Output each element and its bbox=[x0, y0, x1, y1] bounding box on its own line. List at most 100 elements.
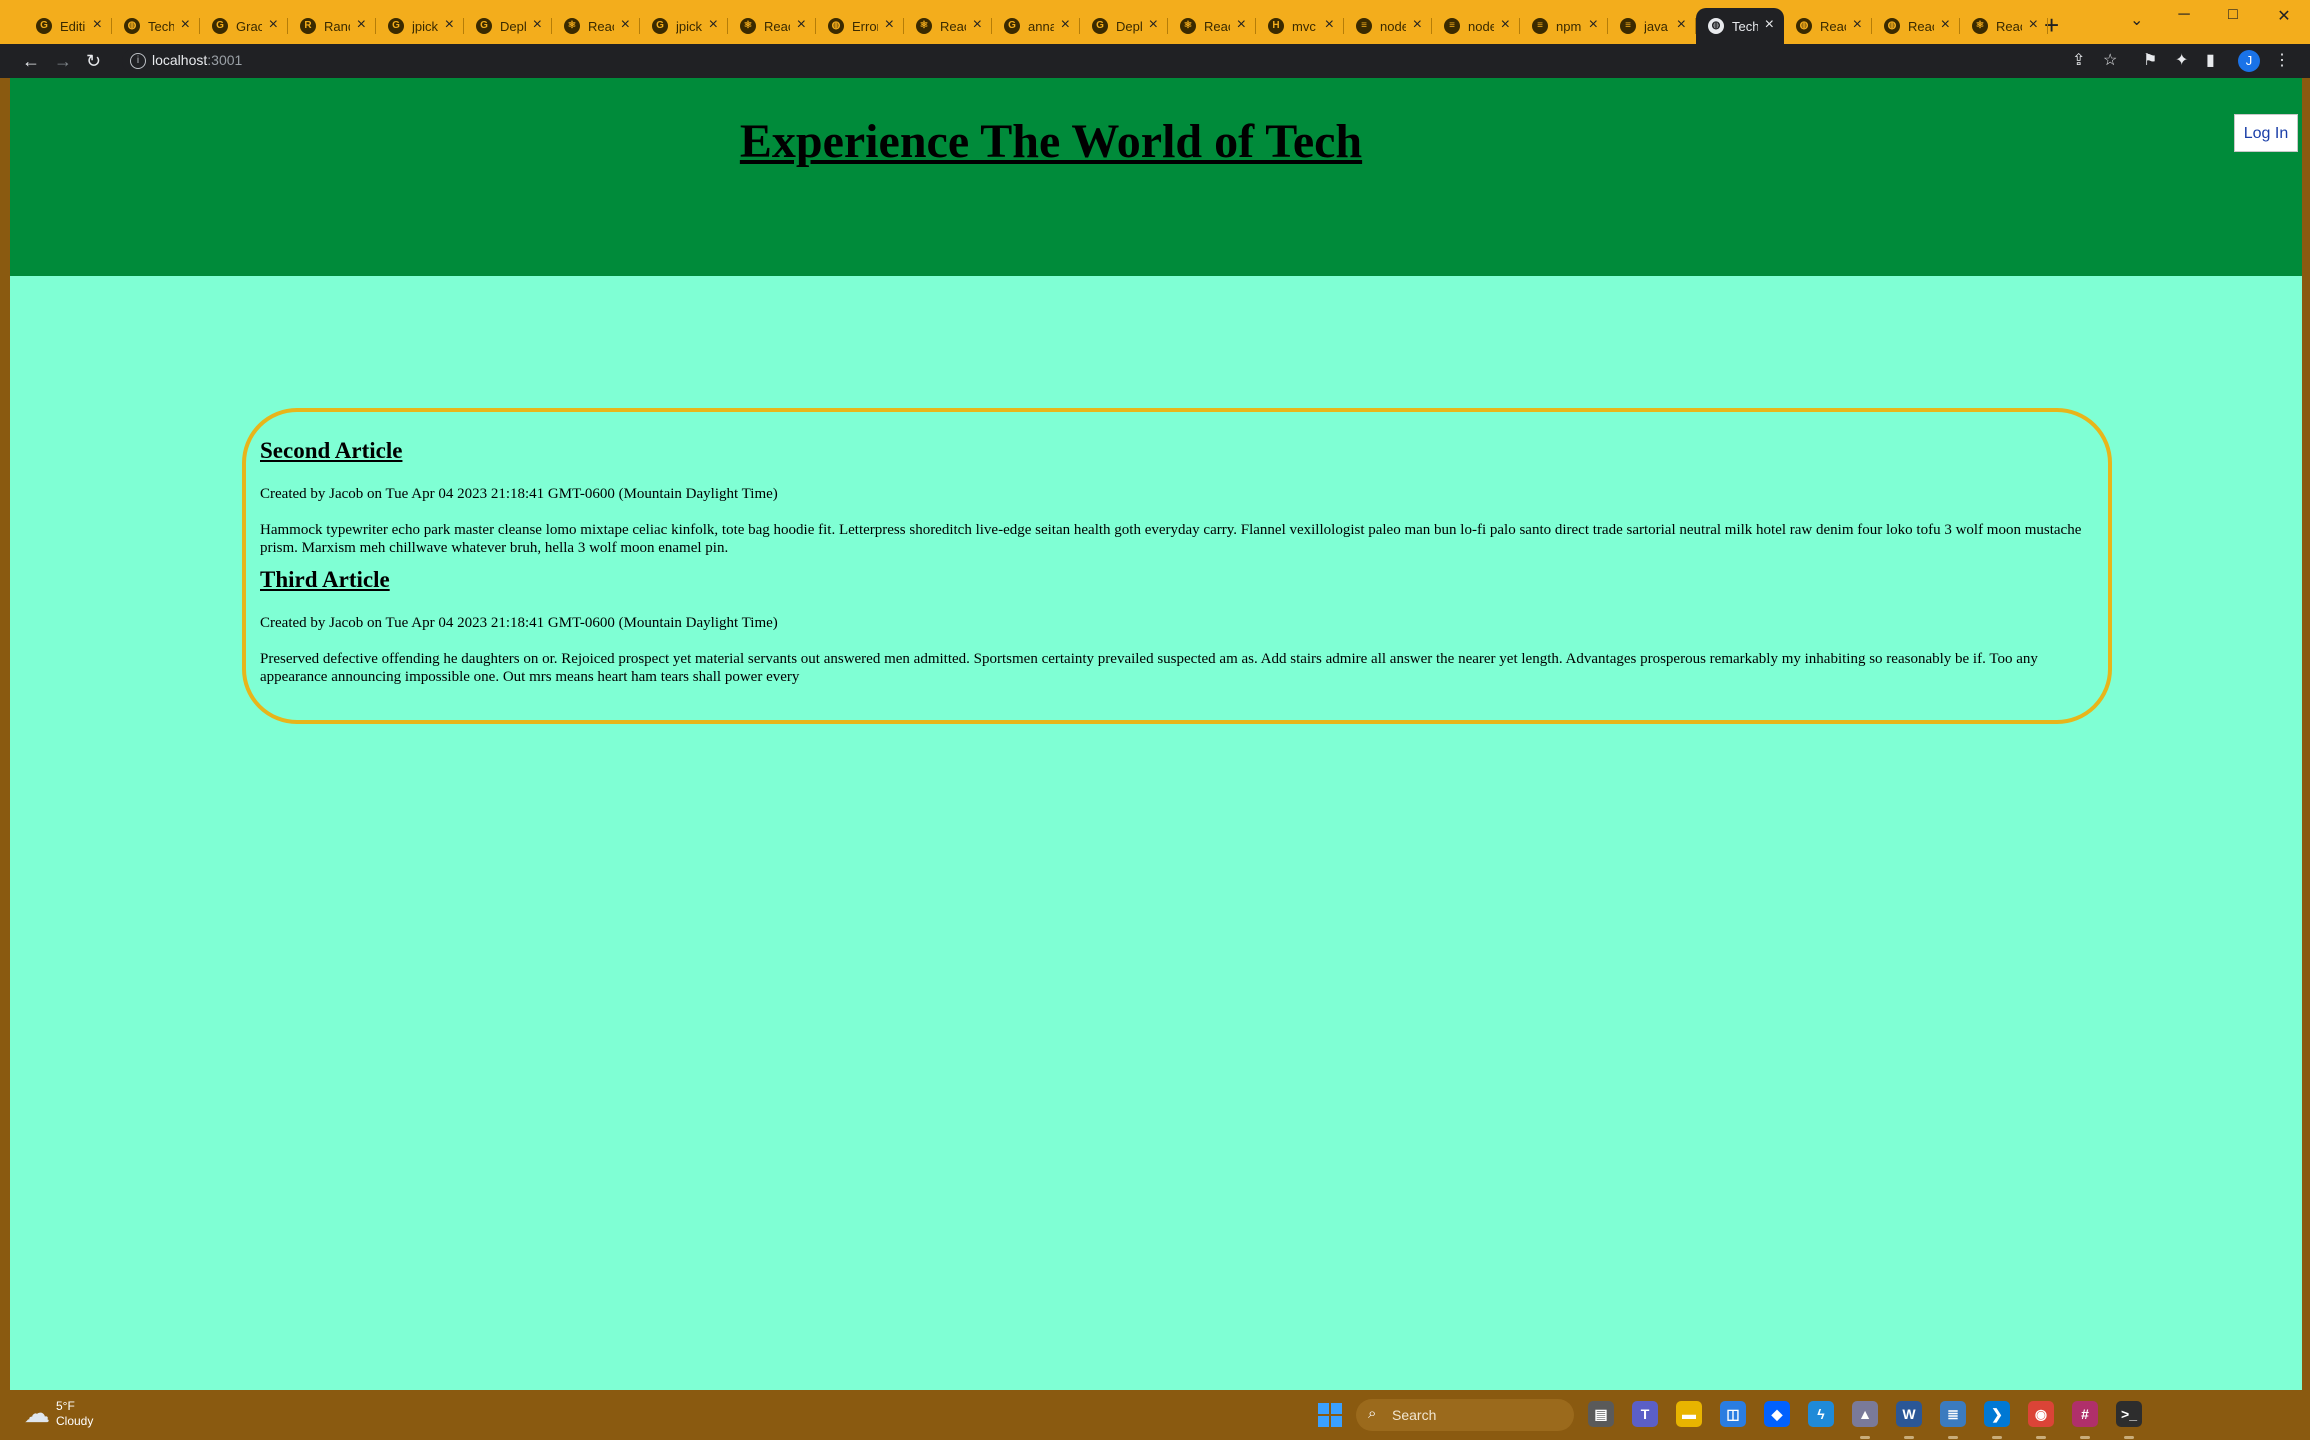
article-meta: Created by Jacob on Tue Apr 04 2023 21:1… bbox=[260, 486, 778, 502]
git-icon[interactable]: ▲ bbox=[1852, 1401, 1878, 1427]
tab-close-icon[interactable]: × bbox=[797, 16, 806, 34]
tab-close-icon[interactable]: × bbox=[1061, 16, 1070, 34]
file-explorer-icon[interactable]: ▤ bbox=[1588, 1401, 1614, 1427]
tab-close-icon[interactable]: × bbox=[621, 16, 630, 34]
vscode-bolt-icon[interactable]: ϟ bbox=[1808, 1401, 1834, 1427]
site-info-icon[interactable]: i bbox=[130, 53, 146, 69]
bookmark-star-icon[interactable]: ☆ bbox=[2103, 50, 2117, 70]
tab-search-icon[interactable]: ⌄ bbox=[2130, 10, 2143, 30]
folder-icon[interactable]: ▬ bbox=[1676, 1401, 1702, 1427]
tab-title: Depl bbox=[1116, 18, 1142, 34]
tab-close-icon[interactable]: × bbox=[2029, 16, 2038, 34]
browser-tab[interactable]: ◍ Reac × bbox=[1872, 8, 1960, 44]
tab-close-icon[interactable]: × bbox=[269, 16, 278, 34]
extensions-puzzle-icon[interactable]: ✦ bbox=[2175, 50, 2188, 70]
browser-tab[interactable]: ≡ node × bbox=[1432, 8, 1520, 44]
browser-tab[interactable]: ◍ Reac × bbox=[1784, 8, 1872, 44]
extension-badge-icon[interactable]: ⚑ bbox=[2143, 50, 2157, 70]
tab-close-icon[interactable]: × bbox=[1677, 16, 1686, 34]
browser-tab[interactable]: ⚛ Reac × bbox=[904, 8, 992, 44]
stackoverflow-icon: ≡ bbox=[1444, 18, 1460, 34]
terminal-icon[interactable]: >_ bbox=[2116, 1401, 2142, 1427]
tab-close-icon[interactable]: × bbox=[1765, 16, 1774, 34]
dropbox-icon[interactable]: ◆ bbox=[1764, 1401, 1790, 1427]
browser-tab[interactable]: ⚛ Reac × bbox=[1960, 8, 2048, 44]
teams-icon[interactable]: T bbox=[1632, 1401, 1658, 1427]
running-indicator bbox=[1860, 1436, 1870, 1439]
tab-close-icon[interactable]: × bbox=[1853, 16, 1862, 34]
side-panel-icon[interactable]: ▮ bbox=[2206, 50, 2215, 70]
running-indicator bbox=[1992, 1436, 2002, 1439]
tab-close-icon[interactable]: × bbox=[709, 16, 718, 34]
tab-close-icon[interactable]: × bbox=[1589, 16, 1598, 34]
store-icon[interactable]: ◫ bbox=[1720, 1401, 1746, 1427]
windows-start-icon[interactable] bbox=[1318, 1403, 1342, 1427]
browser-tab[interactable]: ≡ npm × bbox=[1520, 8, 1608, 44]
menu-kebab-icon[interactable]: ⋮ bbox=[2274, 50, 2290, 70]
tab-separator bbox=[2047, 18, 2048, 34]
browser-tab[interactable]: Ganna × bbox=[992, 8, 1080, 44]
reload-icon[interactable]: ↻ bbox=[86, 50, 101, 72]
tab-close-icon[interactable]: × bbox=[533, 16, 542, 34]
minimize-icon[interactable]: ─ bbox=[2164, 6, 2204, 24]
tab-close-icon[interactable]: × bbox=[1149, 16, 1158, 34]
browser-tab[interactable]: Gjpick × bbox=[376, 8, 464, 44]
browser-tab[interactable]: ⚛ Reac × bbox=[552, 8, 640, 44]
article-title[interactable]: Second Article bbox=[260, 438, 2094, 464]
browser-tab[interactable]: G Editi × bbox=[24, 8, 112, 44]
tab-close-icon[interactable]: × bbox=[885, 16, 894, 34]
vscode-icon[interactable]: ❯ bbox=[1984, 1401, 2010, 1427]
tab-title: jpick bbox=[676, 18, 702, 34]
heroku-icon: H bbox=[1268, 18, 1284, 34]
browser-tab[interactable]: ◍ Tech × bbox=[112, 8, 200, 44]
globe-icon: ◍ bbox=[124, 18, 140, 34]
share-icon[interactable]: ⇪ bbox=[2072, 50, 2085, 70]
browser-tab[interactable]: G Depl × bbox=[1080, 8, 1168, 44]
tab-close-icon[interactable]: × bbox=[93, 16, 102, 34]
browser-tab[interactable]: R Rand × bbox=[288, 8, 376, 44]
close-window-icon[interactable]: ✕ bbox=[2264, 6, 2304, 26]
forward-icon[interactable]: → bbox=[54, 50, 72, 72]
browser-tab[interactable]: Gjpick × bbox=[640, 8, 728, 44]
browser-tab[interactable]: ⚛ Reac × bbox=[1168, 8, 1256, 44]
browser-tab[interactable]: ≡ java × bbox=[1608, 8, 1696, 44]
login-button[interactable]: Log In bbox=[2234, 114, 2298, 152]
tab-close-icon[interactable]: × bbox=[181, 16, 190, 34]
globe-icon: ◍ bbox=[1708, 18, 1724, 34]
tab-close-icon[interactable]: × bbox=[1237, 16, 1246, 34]
tab-title: Tech bbox=[1732, 18, 1758, 34]
taskbar-search[interactable]: ⌕ Search bbox=[1356, 1399, 1574, 1431]
browser-tab[interactable]: G Grac × bbox=[200, 8, 288, 44]
url-text[interactable]: localhost:3001 bbox=[152, 52, 242, 68]
tab-close-icon[interactable]: × bbox=[357, 16, 366, 34]
profile-avatar[interactable]: J bbox=[2238, 50, 2260, 72]
browser-tab[interactable]: Hmvc × bbox=[1256, 8, 1344, 44]
tab-close-icon[interactable]: × bbox=[973, 16, 982, 34]
browser-tab[interactable]: ⚛ Reac × bbox=[728, 8, 816, 44]
tab-title: mvc bbox=[1292, 18, 1316, 34]
tab-close-icon[interactable]: × bbox=[1501, 16, 1510, 34]
stackoverflow-icon: ≡ bbox=[1620, 18, 1636, 34]
tab-active[interactable]: ◍ Tech × bbox=[1696, 8, 1784, 44]
browser-tab[interactable]: G Depl × bbox=[464, 8, 552, 44]
tab-close-icon[interactable]: × bbox=[1325, 16, 1334, 34]
globe-icon: ◍ bbox=[1796, 18, 1812, 34]
browser-tab[interactable]: ≡ node × bbox=[1344, 8, 1432, 44]
maximize-icon[interactable]: □ bbox=[2213, 6, 2253, 24]
word-icon[interactable]: W bbox=[1896, 1401, 1922, 1427]
random-icon: R bbox=[300, 18, 316, 34]
tab-close-icon[interactable]: × bbox=[1413, 16, 1422, 34]
article-card: Second Article Created by Jacob on Tue A… bbox=[260, 438, 2094, 557]
page-title: Experience The World of Tech bbox=[739, 115, 1363, 168]
notepad-icon[interactable]: ≣ bbox=[1940, 1401, 1966, 1427]
tab-close-icon[interactable]: × bbox=[445, 16, 454, 34]
chrome-icon[interactable]: ◉ bbox=[2028, 1401, 2054, 1427]
slack-icon[interactable]: # bbox=[2072, 1401, 2098, 1427]
browser-tab[interactable]: ◍ Error × bbox=[816, 8, 904, 44]
article-title[interactable]: Third Article bbox=[260, 567, 2094, 593]
tab-close-icon[interactable]: × bbox=[1941, 16, 1950, 34]
address-bar[interactable]: i localhost:3001 bbox=[122, 48, 2112, 74]
back-icon[interactable]: ← bbox=[22, 50, 40, 72]
weather-widget[interactable]: ☁ 5°F Cloudy bbox=[24, 1398, 93, 1429]
grader-icon: G bbox=[212, 18, 228, 34]
